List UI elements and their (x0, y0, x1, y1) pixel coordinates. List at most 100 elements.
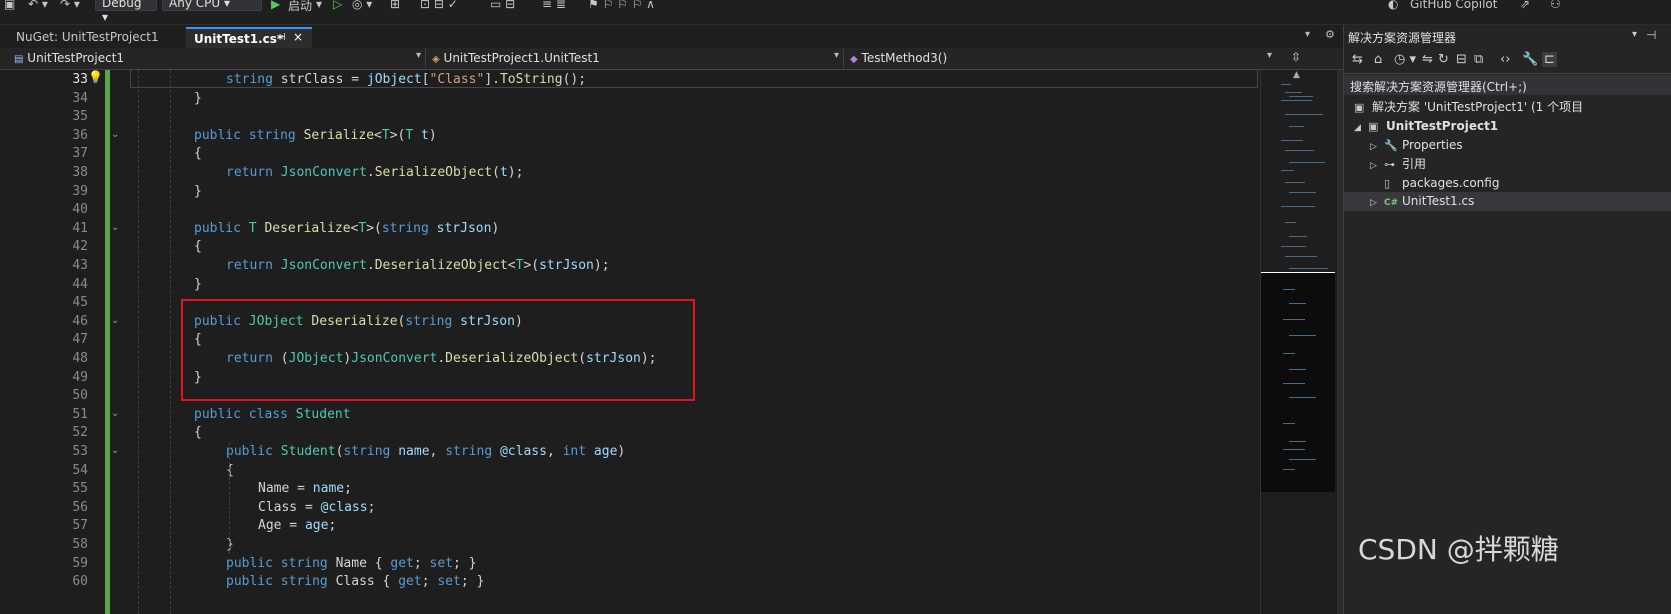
scroll-up-icon[interactable]: ▲ (1293, 70, 1300, 80)
tree-item-project[interactable]: ◢ ▣ UnitTestProject1 (1354, 117, 1498, 136)
config-file-icon: ▯ (1384, 177, 1391, 190)
code-line: Name = name; (258, 479, 352, 498)
line-number: 54 (72, 462, 88, 478)
tab-overflow-icon[interactable]: ▾ (1305, 29, 1310, 40)
member-dropdown[interactable]: ◆ TestMethod3() ▾ (846, 49, 1276, 68)
start-dropdown-icon[interactable]: ▾ (316, 0, 322, 11)
code-token: @class (320, 499, 368, 515)
code-line: Age = age; (258, 516, 336, 535)
tree-item-properties[interactable]: ▷ 🔧 Properties (1370, 136, 1463, 155)
tree-item-solution[interactable]: ▣ 解决方案 'UnitTestProject1' (1 个项目 (1354, 98, 1583, 117)
code-token: public (194, 406, 249, 422)
minimap-line (1289, 96, 1313, 97)
code-line: return JsonConvert.DeserializeObject<T>(… (226, 256, 610, 275)
code-token: ; (344, 481, 352, 497)
preview-icon[interactable]: ⊏ (1542, 52, 1557, 67)
code-token: ToString (499, 72, 563, 87)
code-token: ( (492, 165, 500, 180)
fold-chevron-icon[interactable]: ⌄ (111, 222, 119, 233)
copilot-icon[interactable]: ◐ (1388, 0, 1398, 11)
sync-icon[interactable]: ⇆ (1352, 52, 1363, 67)
code-token: string (445, 444, 500, 459)
tab-unittest1[interactable]: UnitTest1.cs* ⊣ × (186, 27, 312, 48)
show-all-files-icon[interactable]: ⧉ (1474, 52, 1483, 67)
fold-chevron-icon[interactable]: ⌄ (111, 315, 119, 326)
code-view-icon[interactable]: ‹› (1500, 52, 1510, 67)
line-number: 33 (72, 72, 88, 87)
toolbox-icon[interactable]: ⊞ (390, 0, 400, 11)
comment-icon[interactable]: ≡ ≣ (542, 0, 566, 11)
refresh-icon[interactable]: ↻ (1438, 52, 1449, 67)
tree-item-label: 引用 (1402, 157, 1427, 171)
minimap-viewport[interactable] (1261, 272, 1335, 492)
lightbulb-icon[interactable]: 💡 (88, 70, 103, 84)
expanded-arrow-icon[interactable]: ◢ (1354, 119, 1368, 138)
start-icon[interactable]: ▶ (271, 0, 280, 11)
code-token: JsonConvert (280, 165, 367, 180)
tab-unittest1-label: UnitTest1.cs* (194, 32, 284, 46)
minimap-line (1285, 114, 1323, 115)
wrench-icon: 🔧 (1384, 139, 1398, 152)
copilot-label[interactable]: GitHub Copilot (1410, 0, 1497, 11)
code-token: ; } (453, 555, 477, 571)
pin-icon[interactable]: ⊣ (277, 32, 286, 43)
minimap-line (1285, 182, 1305, 183)
start-button-label[interactable]: 启动 (288, 0, 312, 14)
code-token: >( (389, 127, 406, 143)
fold-chevron-icon[interactable]: ⌄ (111, 445, 119, 456)
code-token: . (366, 165, 375, 180)
minimap-line (1289, 335, 1316, 336)
collapse-all-icon[interactable]: ⊟ (1456, 52, 1467, 67)
fold-chevron-icon[interactable]: ⌄ (111, 129, 119, 140)
home-icon[interactable]: ⌂ (1374, 52, 1382, 67)
project-dropdown[interactable]: ▤ UnitTestProject1 ▾ (10, 49, 426, 68)
user-icon[interactable]: ⚇ (1550, 0, 1561, 11)
switch-view-icon[interactable]: ⇋ (1422, 52, 1433, 67)
redo-icon[interactable]: ↷ ▾ (60, 0, 80, 11)
code-token: ; (421, 574, 438, 590)
properties-wrench-icon[interactable]: 🔧 (1522, 52, 1538, 67)
undo-icon[interactable]: ↶ ▾ (28, 0, 48, 11)
indent-guide (138, 70, 139, 614)
start-without-debug-icon[interactable]: ▷ (333, 0, 342, 11)
settings-gear-icon[interactable]: ⚙ (1325, 28, 1335, 41)
pin-icon[interactable]: ⊣ (1646, 28, 1656, 42)
bookmark-icon[interactable]: ⚑ ⚐ ⚐ ⚐ ⊼ (588, 0, 655, 11)
share-icon[interactable]: ⇗ (1520, 0, 1530, 11)
platform-dropdown[interactable]: Any CPU ▾ (162, 0, 262, 11)
tree-item-references[interactable]: ▷ ⊶ 引用 (1370, 155, 1426, 174)
collapsed-arrow-icon[interactable]: ▷ (1370, 194, 1384, 213)
line-number: 48 (72, 351, 88, 366)
watermark: CSDN @拌颗糖 (1358, 533, 1559, 566)
class-dropdown[interactable]: ◈ UnitTestProject1.UnitTest1 ▾ (428, 49, 844, 68)
change-tracking-bar (105, 70, 110, 614)
format-icon[interactable]: ▭ ⊟ (490, 0, 515, 11)
tree-item-unittest1[interactable]: ▷ C# UnitTest1.cs (1344, 192, 1671, 211)
collapsed-arrow-icon[interactable]: ▷ (1370, 157, 1384, 176)
code-token: get (398, 574, 422, 590)
close-icon[interactable]: × (293, 30, 303, 44)
code-line: { (194, 423, 202, 442)
tree-item-label: 解决方案 'UnitTestProject1' (1 个项目 (1372, 100, 1584, 114)
code-token: public (226, 574, 281, 590)
configuration-dropdown[interactable]: Debug ▾ (95, 0, 157, 24)
line-number: 38 (72, 165, 88, 180)
minimap-line (1283, 469, 1295, 470)
line-number: 44 (72, 276, 88, 292)
panel-menu-icon[interactable]: ▾ (1632, 29, 1637, 40)
layout-icon[interactable]: ⊡ ⊟ ✓ (420, 0, 458, 11)
split-editor-icon[interactable]: ⇳ (1291, 50, 1301, 64)
minimap-line (1289, 459, 1316, 460)
tree-item-packages-config[interactable]: ▯ packages.config (1384, 174, 1499, 193)
minimap-line (1289, 162, 1325, 163)
fold-chevron-icon[interactable]: ⌄ (111, 408, 119, 419)
history-icon[interactable]: ◷ ▾ (1394, 52, 1416, 67)
minimap-line (1289, 441, 1306, 442)
save-icon[interactable]: ▣ (4, 0, 15, 11)
target-icon[interactable]: ◎ ▾ (352, 0, 372, 11)
line-number: 34 (72, 90, 88, 106)
code-token: string (248, 127, 304, 143)
solution-search-input[interactable]: 搜索解决方案资源管理器(Ctrl+;) (1344, 75, 1671, 95)
tab-nuget[interactable]: NuGet: UnitTestProject1 (8, 27, 184, 48)
code-token: string (226, 72, 281, 87)
